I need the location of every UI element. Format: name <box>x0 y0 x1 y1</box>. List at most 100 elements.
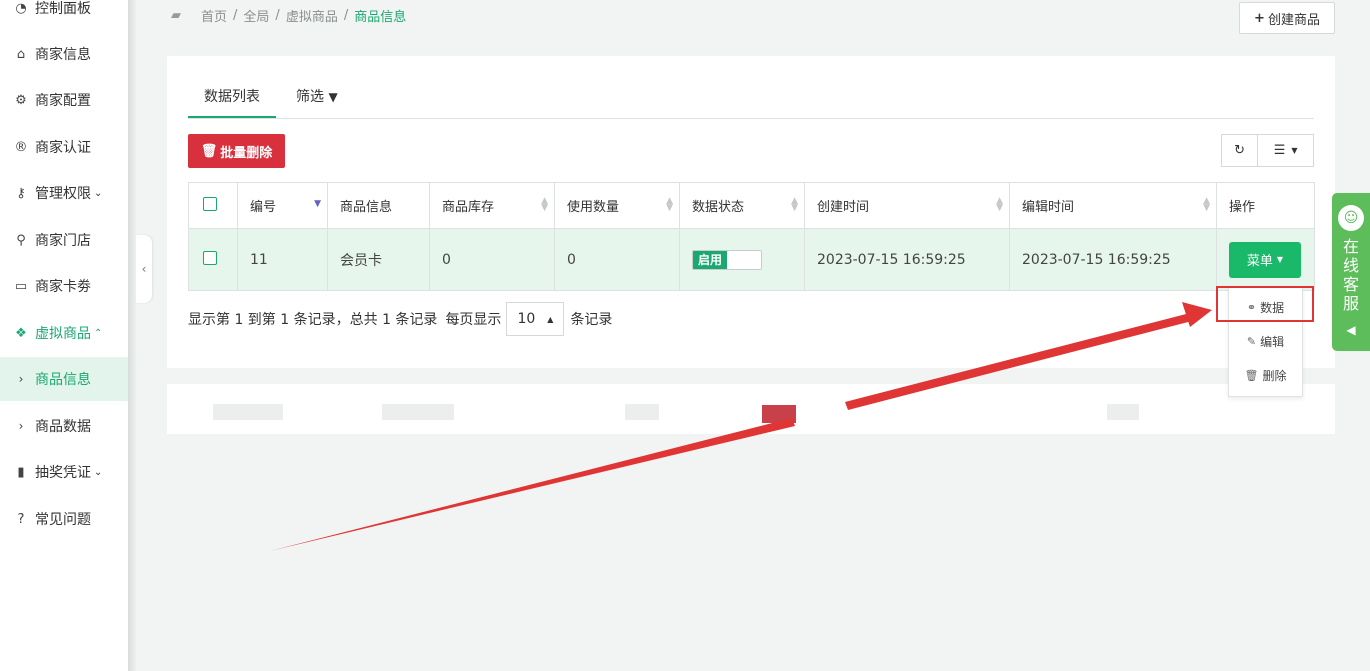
annotation-highlight-box <box>1216 286 1314 322</box>
column-header-info: 商品信息 <box>327 182 430 229</box>
sort-icon: ▲ ▼ <box>541 196 548 213</box>
breadcrumb-item-virtual-goods[interactable]: 虚拟商品 <box>286 6 338 25</box>
column-header-edited[interactable]: 编辑时间 ▲ ▼ <box>1009 182 1217 229</box>
row-checkbox[interactable] <box>203 250 217 265</box>
cell-used: 0 <box>554 228 680 291</box>
cell-edited: 2023-07-15 16:59:25 <box>1009 228 1217 291</box>
column-header-label: 商品库存 <box>442 200 495 215</box>
status-toggle-knob <box>727 250 761 269</box>
per-page-prefix: 每页显示 <box>445 312 502 328</box>
dropbox-icon: ❖ <box>15 325 27 341</box>
breadcrumb-separator: / <box>343 8 349 23</box>
table-row: 11 会员卡 0 0 启用 2023-07-15 16:59:25 2023-0… <box>188 228 1315 291</box>
tab-label: 筛选 <box>296 89 324 105</box>
sidebar-divider <box>128 0 136 671</box>
dropdown-item-label: 删除 <box>1262 368 1287 383</box>
columns-toggle-button[interactable]: ☰ ▼ <box>1258 135 1313 166</box>
sidebar-item-label: 商家配置 <box>35 93 91 109</box>
column-header-id[interactable]: 编号 ▼ <box>237 182 328 229</box>
sidebar: ◔ 控制面板 ⌂ 商家信息 ⚙ 商家配置 ® 商家认证 ⚷ 管理权限 ⌄ ⚲ 商… <box>0 0 129 671</box>
caret-left-icon: ◀ <box>1346 323 1356 337</box>
sort-desc-icon: ▼ <box>314 199 321 209</box>
column-header-label: 编号 <box>250 200 277 215</box>
column-header-label: 数据状态 <box>692 200 745 215</box>
chevron-right-icon: › <box>18 419 24 433</box>
sidebar-item-label: 常见问题 <box>35 512 91 528</box>
cell-actions: 菜单 ▼ <box>1216 228 1315 291</box>
status-toggle[interactable]: 启用 <box>692 249 762 270</box>
blurred-content <box>213 404 283 420</box>
dropdown-item-delete[interactable]: 🗑 删除 <box>1229 360 1302 390</box>
row-select-cell <box>188 228 238 291</box>
blurred-content <box>1107 404 1139 420</box>
batch-delete-button[interactable]: 🗑 批量删除 <box>188 134 285 168</box>
list-icon: ☰ <box>1273 143 1286 158</box>
breadcrumb-item-current: 商品信息 <box>354 10 407 25</box>
sidebar-item-merchant-config[interactable]: ⚙ 商家配置 <box>0 78 128 122</box>
blurred-content <box>382 404 454 420</box>
column-header-status[interactable]: 数据状态 ▲ ▼ <box>679 182 805 229</box>
tab-data-list[interactable]: 数据列表 <box>188 80 276 118</box>
row-menu-label: 菜单 <box>1246 254 1273 269</box>
data-panel: 数据列表 筛选 ▼ 🗑 批量删除 ↻ ☰ ▼ 编号 ▼ 商品信息 商品库存 ▲ … <box>167 56 1335 368</box>
sort-icon: ▲ ▼ <box>996 196 1003 213</box>
sidebar-item-label: 管理权限 <box>35 186 91 202</box>
page-size-select[interactable]: 10 ▲ <box>506 302 565 336</box>
column-header-label: 编辑时间 <box>1022 200 1075 215</box>
column-header-stock[interactable]: 商品库存 ▲ ▼ <box>429 182 555 229</box>
question-circle-icon: ? <box>17 511 25 527</box>
table-header-row: 编号 ▼ 商品信息 商品库存 ▲ ▼ 使用数量 ▲ ▼ 数据状态 ▲ ▼ 创建时… <box>188 182 1315 229</box>
online-service-widget[interactable]: ☺ 在线客服 ◀ <box>1332 193 1370 351</box>
sidebar-item-goods-info[interactable]: › 商品信息 <box>0 357 128 401</box>
dropdown-item-edit[interactable]: ✎ 编辑 <box>1229 326 1302 356</box>
sidebar-item-merchant-auth[interactable]: ® 商家认证 <box>0 125 128 169</box>
goods-table: 编号 ▼ 商品信息 商品库存 ▲ ▼ 使用数量 ▲ ▼ 数据状态 ▲ ▼ 创建时… <box>188 182 1315 291</box>
sort-icon: ▲ ▼ <box>666 196 673 213</box>
gears-icon: ⚙ <box>15 92 27 108</box>
sidebar-item-label: 商品数据 <box>35 419 91 435</box>
refresh-button[interactable]: ↻ <box>1222 135 1259 166</box>
status-toggle-label: 启用 <box>693 250 727 269</box>
key-icon: ⚷ <box>16 185 26 201</box>
sidebar-item-merchant-info[interactable]: ⌂ 商家信息 <box>0 32 128 76</box>
sidebar-item-dashboard[interactable]: ◔ 控制面板 <box>0 0 128 30</box>
sidebar-item-cards[interactable]: ▭ 商家卡劵 <box>0 264 128 308</box>
sidebar-item-faq[interactable]: ? 常见问题 <box>0 497 128 541</box>
chevron-right-icon: › <box>18 372 24 386</box>
column-header-label: 创建时间 <box>817 200 870 215</box>
sidebar-item-lottery[interactable]: ▮ 抽奖凭证 ⌄ <box>0 450 128 494</box>
sidebar-item-permissions[interactable]: ⚷ 管理权限 ⌄ <box>0 171 128 215</box>
cell-info: 会员卡 <box>327 228 430 291</box>
refresh-icon: ↻ <box>1234 143 1246 158</box>
tab-filter[interactable]: 筛选 ▼ <box>280 80 354 118</box>
breadcrumb-separator: / <box>233 8 238 23</box>
folder-open-icon: ▰ <box>171 8 181 23</box>
credit-card-icon: ▭ <box>14 278 28 294</box>
plus-icon: + <box>1254 10 1265 26</box>
sort-icon: ▲ ▼ <box>1203 196 1210 213</box>
trash-icon: 🗑 <box>200 143 218 159</box>
sidebar-item-label: 虚拟商品 <box>35 326 91 342</box>
breadcrumb-item-home[interactable]: 首页 <box>201 6 227 25</box>
sidebar-item-label: 商家卡劵 <box>35 279 91 295</box>
breadcrumb: ▰ 首页 / 全局 / 虚拟商品 / 商品信息 <box>171 6 406 25</box>
breadcrumb-item-global[interactable]: 全局 <box>243 6 269 25</box>
map-marker-icon: ⚲ <box>16 232 26 248</box>
sidebar-item-stores[interactable]: ⚲ 商家门店 <box>0 218 128 262</box>
column-header-created[interactable]: 创建时间 ▲ ▼ <box>804 182 1010 229</box>
sidebar-item-virtual-goods[interactable]: ❖ 虚拟商品 ⌃ <box>0 311 128 355</box>
sidebar-collapse-button[interactable]: ‹ <box>136 235 152 303</box>
batch-delete-label: 批量删除 <box>220 145 273 161</box>
create-goods-button[interactable]: + 创建商品 <box>1239 2 1335 34</box>
breadcrumb-separator: / <box>275 8 280 23</box>
blurred-panel <box>167 384 1335 434</box>
column-header-used[interactable]: 使用数量 ▲ ▼ <box>554 182 680 229</box>
column-header-actions: 操作 <box>1216 182 1315 229</box>
sidebar-item-label: 商家信息 <box>35 47 91 63</box>
chevron-left-icon: ‹ <box>141 262 147 276</box>
cell-stock: 0 <box>429 228 555 291</box>
select-all-checkbox[interactable] <box>203 196 217 211</box>
online-service-label: 在线客服 <box>1342 237 1359 313</box>
row-menu-button[interactable]: 菜单 ▼ <box>1229 241 1301 278</box>
sidebar-item-goods-data[interactable]: › 商品数据 <box>0 404 128 448</box>
